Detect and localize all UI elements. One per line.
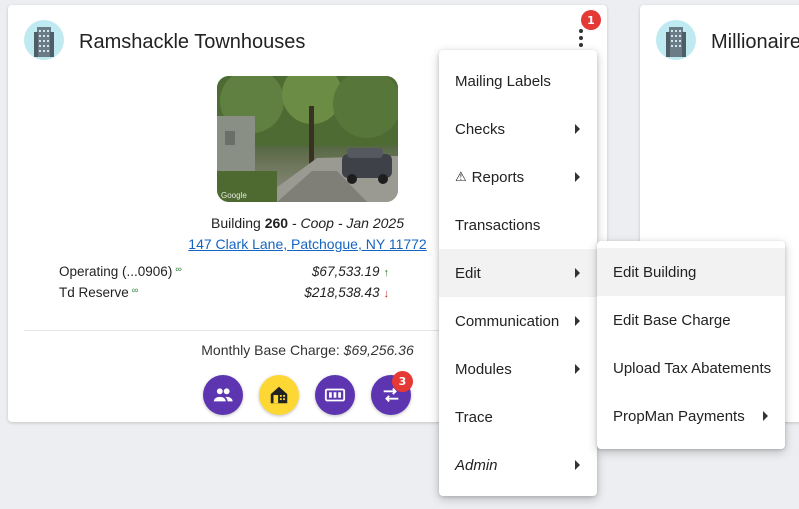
building-avatar-icon bbox=[656, 20, 696, 60]
building-number: 260 bbox=[264, 215, 289, 231]
chevron-right-icon bbox=[575, 364, 580, 374]
people-icon bbox=[213, 388, 233, 402]
notification-badge: 1 bbox=[581, 10, 601, 30]
chevron-right-icon bbox=[575, 316, 580, 326]
card-title: Ramshackle Townhouses bbox=[79, 31, 306, 53]
edit-submenu: Edit Building Edit Base Charge Upload Ta… bbox=[597, 241, 785, 449]
meter-button[interactable] bbox=[315, 375, 355, 415]
menu-item-trace[interactable]: Trace bbox=[439, 393, 597, 441]
submenu-item-propman-payments[interactable]: PropMan Payments bbox=[597, 392, 785, 440]
transfer-count-badge: 3 bbox=[392, 371, 413, 392]
chevron-right-icon bbox=[575, 460, 580, 470]
card-title: Millionaire bbox=[711, 31, 799, 53]
menu-item-communication[interactable]: Communication bbox=[439, 297, 597, 345]
account-name: Td Reserve ∞ bbox=[59, 285, 139, 300]
trend-up-icon: ↑ bbox=[383, 267, 390, 279]
photo-watermark: Google bbox=[221, 191, 247, 200]
home-icon bbox=[270, 386, 288, 404]
home-button[interactable] bbox=[259, 375, 299, 415]
account-balance: $218,538.43 ↓ bbox=[304, 285, 389, 300]
menu-item-edit[interactable]: Edit bbox=[439, 249, 597, 297]
link-icon[interactable]: ∞ bbox=[175, 264, 181, 274]
warning-icon: ⚠ bbox=[455, 169, 467, 185]
menu-item-modules[interactable]: Modules bbox=[439, 345, 597, 393]
account-name: Operating (...0906) ∞ bbox=[59, 264, 182, 279]
menu-item-transactions[interactable]: Transactions bbox=[439, 201, 597, 249]
submenu-item-edit-building[interactable]: Edit Building bbox=[597, 248, 785, 296]
chevron-right-icon bbox=[575, 124, 580, 134]
submenu-item-edit-base-charge[interactable]: Edit Base Charge bbox=[597, 296, 785, 344]
trend-down-icon: ↓ bbox=[383, 288, 390, 300]
chevron-right-icon bbox=[763, 411, 768, 421]
building-type-date: - Coop - Jan 2025 bbox=[288, 215, 405, 231]
meter-icon bbox=[324, 388, 346, 402]
menu-item-admin[interactable]: Admin bbox=[439, 441, 597, 489]
building-photo[interactable]: Google bbox=[217, 76, 398, 202]
building-avatar-icon bbox=[24, 20, 64, 60]
chevron-right-icon bbox=[575, 268, 580, 278]
menu-item-reports[interactable]: ⚠ Reports bbox=[439, 153, 597, 201]
submenu-item-upload-tax-abatements[interactable]: Upload Tax Abatements bbox=[597, 344, 785, 392]
account-balance: $67,533.19 ↑ bbox=[311, 264, 390, 279]
chevron-right-icon bbox=[575, 172, 580, 182]
building-prefix: Building bbox=[210, 215, 265, 231]
base-charge-label: Monthly Base Charge: bbox=[201, 342, 344, 358]
base-charge-value: $69,256.36 bbox=[343, 342, 414, 358]
more-options-icon[interactable] bbox=[574, 27, 588, 49]
context-menu: Mailing Labels Checks ⚠ Reports Transacti… bbox=[439, 50, 597, 496]
link-icon[interactable]: ∞ bbox=[132, 285, 138, 295]
people-button[interactable] bbox=[203, 375, 243, 415]
menu-item-checks[interactable]: Checks bbox=[439, 105, 597, 153]
menu-item-mailing-labels[interactable]: Mailing Labels bbox=[439, 57, 597, 105]
